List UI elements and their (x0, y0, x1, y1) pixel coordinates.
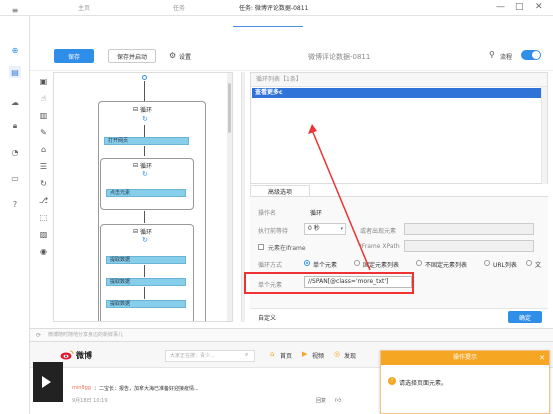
info-icon: ! (388, 377, 396, 385)
operation-tip-popup: 操作提示 ✕ ! 请选择页面元素。 (380, 350, 550, 414)
address-bar-text: 微博随时随地分享身边的新鲜事儿 (48, 332, 124, 338)
weibo-search-input[interactable]: 大家正在搜：青少... (165, 350, 255, 362)
like-icon[interactable]: 👍︎ (335, 396, 341, 404)
refresh-icon[interactable]: ⟳ (36, 329, 41, 342)
confirm-button[interactable]: 确定 (508, 311, 542, 323)
play-icon (42, 376, 51, 388)
weibo-nav-discover[interactable]: 发现 (344, 351, 356, 360)
weibo-nav-video[interactable]: 视频 (312, 351, 324, 360)
discover-icon: ◎ (334, 350, 341, 358)
close-icon[interactable]: ✕ (539, 351, 545, 365)
home-icon: ⌂ (270, 350, 275, 358)
popup-message: 请选择页面元素。 (399, 380, 448, 387)
comment-text: ：二宝长：报告，加拿大海已准备好迎接疫情... (94, 386, 199, 392)
reply-link[interactable]: 回复 (316, 397, 326, 404)
weibo-brand[interactable]: 微博 (76, 350, 92, 361)
search-icon[interactable]: ⌕ (245, 351, 248, 359)
popup-title: 操作提示 (381, 351, 549, 365)
address-bar[interactable]: ⟳ 微博随时随地分享身边的新鲜事儿 (30, 328, 553, 342)
advanced-actions: 自定义 确定 (250, 308, 548, 324)
video-icon: ▶ (302, 350, 308, 358)
weibo-nav-home[interactable]: 首页 (280, 351, 292, 360)
custom-button[interactable]: 自定义 (258, 313, 276, 322)
video-thumbnail[interactable] (33, 362, 63, 402)
comment-user[interactable]: min8gg (72, 385, 91, 391)
weibo-logo-icon (60, 350, 74, 360)
comment-date: 9月18日 10:19 (72, 398, 108, 404)
